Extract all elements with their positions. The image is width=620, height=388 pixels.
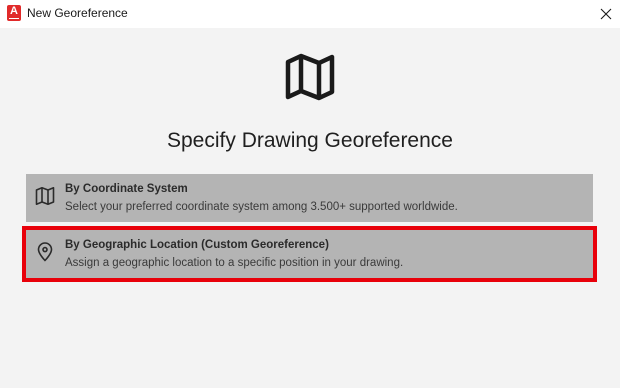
title-bar: A New Georeference: [0, 0, 620, 28]
by-coordinate-system-option[interactable]: By Coordinate System Select your preferr…: [26, 174, 593, 222]
new-georeference-dialog: A New Georeference Specify Drawing Geore…: [0, 0, 620, 388]
close-button[interactable]: [592, 0, 620, 28]
window-title: New Georeference: [27, 6, 128, 20]
option-description: Select your preferred coordinate system …: [65, 201, 458, 213]
autocad-app-icon: A: [7, 5, 21, 21]
option-title: By Coordinate System: [65, 183, 188, 195]
app-icon-underline: [9, 18, 19, 19]
by-geographic-location-option[interactable]: By Geographic Location (Custom Georefere…: [22, 226, 597, 282]
option-title: By Geographic Location (Custom Georefere…: [65, 239, 329, 251]
option-description: Assign a geographic location to a specif…: [65, 257, 404, 269]
location-pin-icon: [37, 242, 53, 262]
page-title: Specify Drawing Georeference: [167, 129, 453, 152]
close-icon: [600, 8, 612, 20]
map-icon: [35, 187, 55, 205]
app-icon-letter: A: [10, 5, 18, 17]
map-icon: [285, 53, 335, 101]
